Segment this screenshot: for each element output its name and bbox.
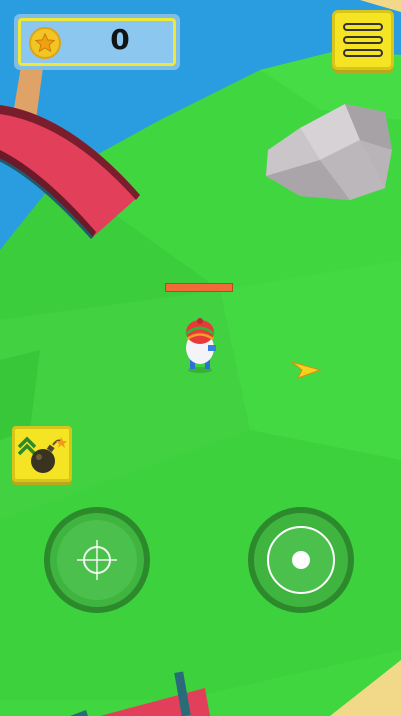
crosshair-icon xyxy=(77,540,117,580)
score-panel: 0 xyxy=(14,14,180,70)
fire-dot-icon xyxy=(292,551,310,569)
score-value: 0 xyxy=(110,23,130,56)
star-coin-icon xyxy=(29,27,61,59)
hamburger-menu-icon xyxy=(343,23,383,31)
bomb-upgrade-button[interactable] xyxy=(12,426,72,482)
bomb-upgrade-icon xyxy=(17,436,67,473)
aim-joystick[interactable] xyxy=(44,507,150,613)
game-world xyxy=(0,0,401,716)
menu-button[interactable] xyxy=(332,10,394,70)
fire-joystick[interactable] xyxy=(248,507,354,613)
player-health-bar xyxy=(165,283,233,292)
